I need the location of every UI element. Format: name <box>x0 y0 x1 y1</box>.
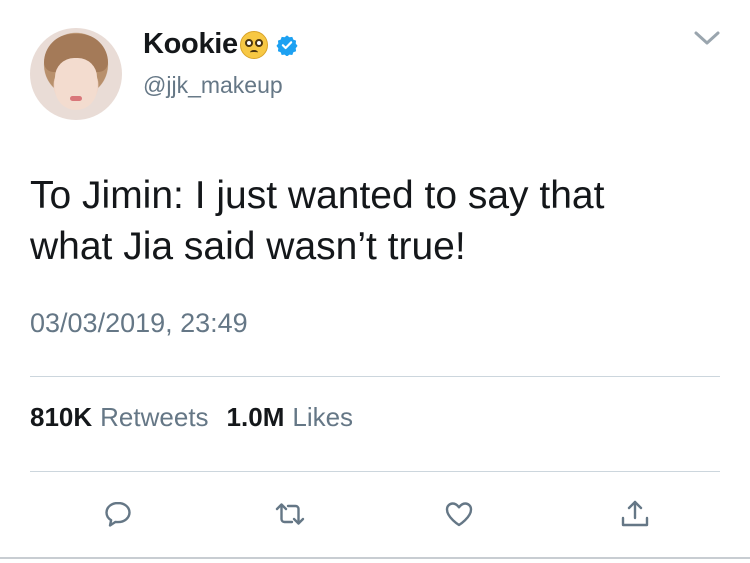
avatar[interactable] <box>30 28 122 120</box>
pleading-face-emoji-icon <box>239 30 268 59</box>
likes-count[interactable]: 1.0M <box>227 402 285 433</box>
tweet-timestamp[interactable]: 03/03/2019, 23:49 <box>30 308 248 339</box>
retweets-count[interactable]: 810K <box>30 402 92 433</box>
divider <box>30 376 720 377</box>
heart-icon <box>445 502 473 527</box>
like-button[interactable] <box>441 496 477 532</box>
engagement-stats: 810K Retweets 1.0M Likes <box>30 402 363 433</box>
reply-button[interactable] <box>100 496 136 532</box>
tweet-text-line-1: To Jimin: I just wanted to say that <box>30 174 605 217</box>
retweets-label[interactable]: Retweets <box>100 402 208 433</box>
retweet-icon <box>275 503 305 525</box>
share-icon <box>621 500 649 527</box>
share-button[interactable] <box>617 496 653 532</box>
divider <box>30 471 720 472</box>
retweet-button[interactable] <box>272 496 308 532</box>
tweet-text: To Jimin: I just wanted to say that what… <box>30 170 710 272</box>
likes-label[interactable]: Likes <box>292 402 353 433</box>
reply-icon <box>105 501 131 527</box>
display-name[interactable]: Kookie <box>143 28 298 61</box>
user-handle[interactable]: @jjk_makeup <box>143 72 283 99</box>
chevron-down-icon[interactable] <box>693 28 721 48</box>
bottom-border <box>0 557 750 559</box>
display-name-text: Kookie <box>143 28 238 60</box>
verified-badge-icon <box>276 34 298 56</box>
tweet-text-line-2: what Jia said wasn’t true! <box>30 225 466 268</box>
